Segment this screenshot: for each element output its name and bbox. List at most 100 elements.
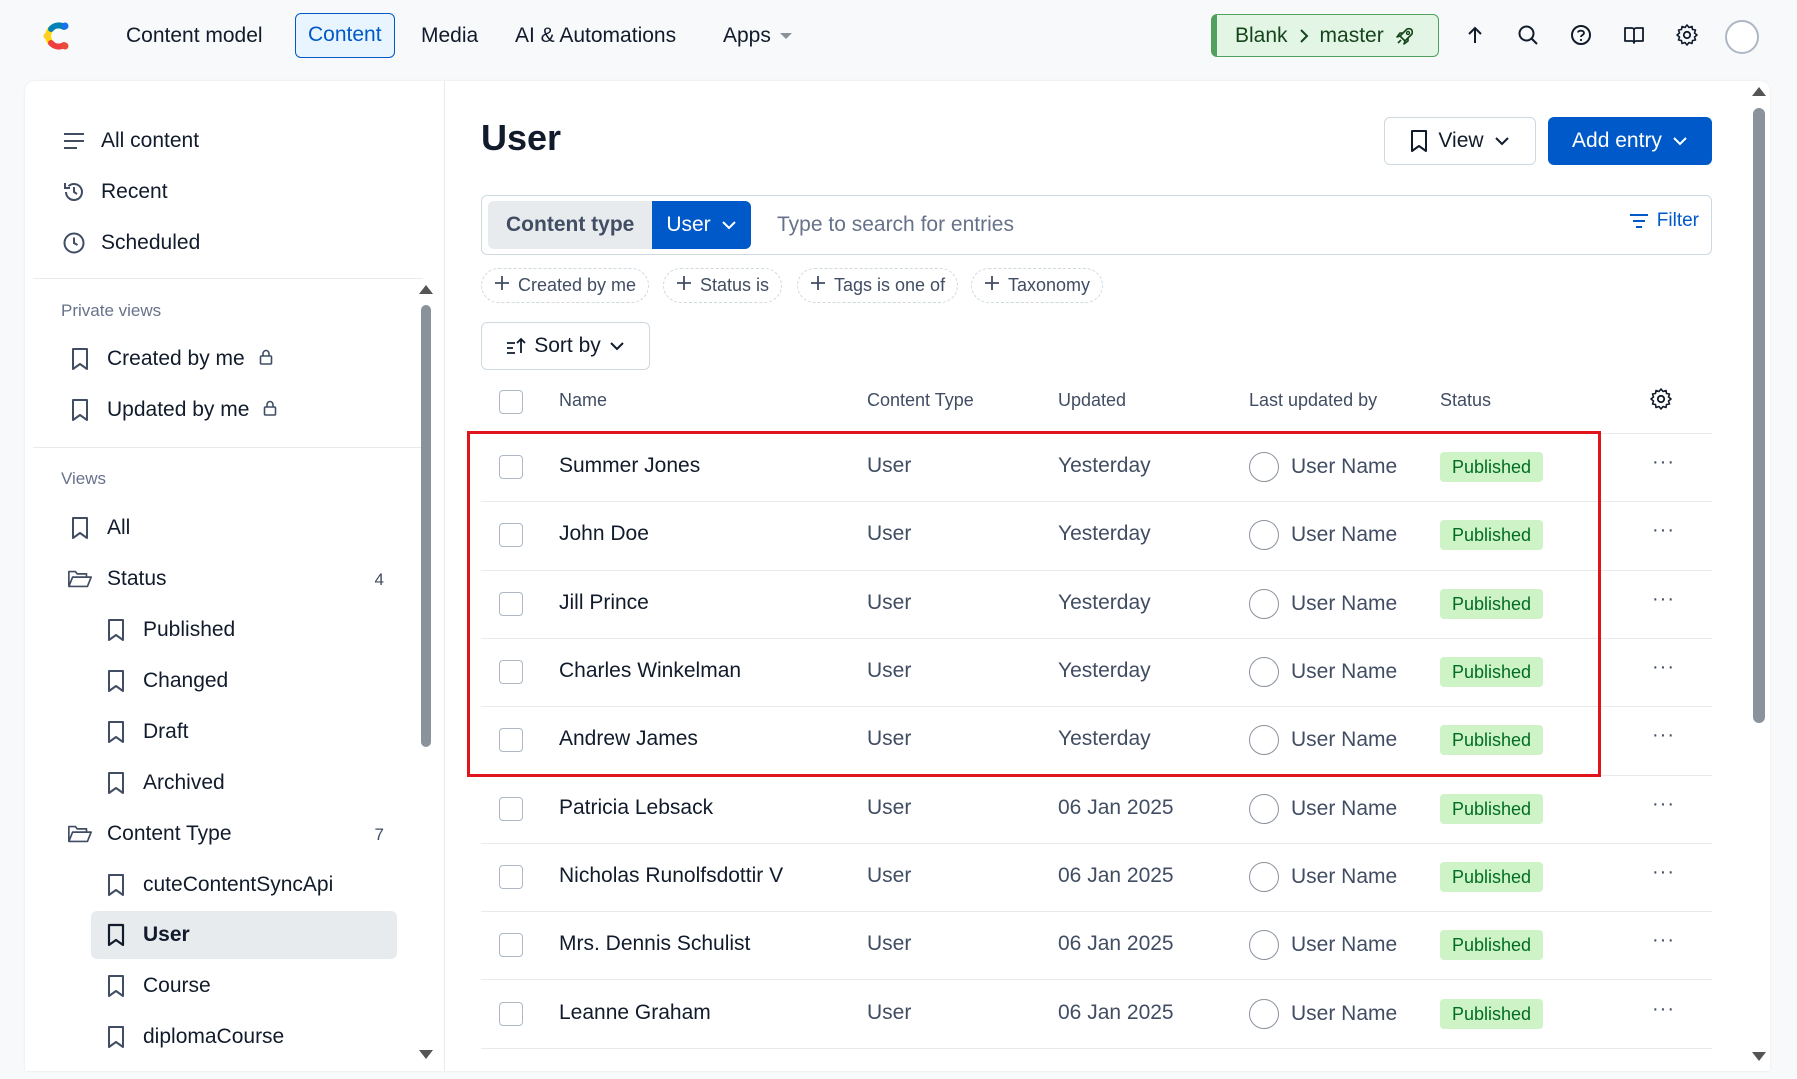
- entry-updated: 06 Jan 2025: [1058, 932, 1174, 956]
- avatar: [1249, 861, 1279, 892]
- nav-apps[interactable]: Apps: [711, 13, 805, 58]
- sidebar: All content Recent Scheduled Private vie…: [25, 81, 445, 1071]
- filter-label: Filter: [1656, 210, 1699, 231]
- sidebar-item-user[interactable]: User: [103, 913, 190, 957]
- help-icon[interactable]: [1566, 20, 1596, 50]
- row-checkbox[interactable]: [499, 1001, 523, 1026]
- last-updated-by: User Name: [1249, 793, 1397, 824]
- sort-by-label: Sort by: [534, 334, 601, 357]
- environment-switcher[interactable]: Blank master: [1211, 14, 1439, 57]
- sidebar-item-label: Published: [143, 618, 236, 641]
- gear-icon[interactable]: [1672, 20, 1702, 50]
- sidebar-item-scheduled[interactable]: Scheduled: [61, 221, 200, 265]
- column-header-last-updated-by[interactable]: Last updated by: [1249, 390, 1377, 411]
- chip-tags-is-one-of[interactable]: Tags is one of: [797, 268, 959, 303]
- bookmark-icon: [1411, 130, 1428, 152]
- entry-name[interactable]: Nicholas Runolfsdottir V: [559, 864, 783, 888]
- more-actions-icon[interactable]: ···: [1652, 793, 1675, 816]
- sidebar-item-diplomacourse[interactable]: diplomaCourse: [103, 1015, 284, 1059]
- sidebar-item-published[interactable]: Published: [103, 608, 235, 652]
- env-branch: master: [1319, 23, 1384, 47]
- bookmark-icon: [103, 922, 129, 948]
- sort-by-button[interactable]: Sort by: [481, 322, 650, 370]
- main-scroll-up[interactable]: [1752, 87, 1766, 96]
- sidebar-item-cutecontentsyncapi[interactable]: cuteContentSyncApi: [103, 863, 333, 907]
- user-avatar[interactable]: [1725, 20, 1759, 54]
- more-actions-icon[interactable]: ···: [1652, 724, 1675, 747]
- add-entry-button[interactable]: Add entry: [1548, 117, 1712, 165]
- filter-button[interactable]: Filter: [1629, 210, 1699, 232]
- column-header-updated[interactable]: Updated: [1058, 390, 1126, 411]
- bookmark-icon: [103, 719, 129, 745]
- sidebar-folder-content-type[interactable]: Content Type: [67, 812, 232, 856]
- nav-content-model[interactable]: Content model: [114, 13, 275, 58]
- more-actions-icon[interactable]: ···: [1652, 588, 1675, 611]
- chevron-down-icon: [1494, 137, 1509, 146]
- sidebar-scrollbar[interactable]: [421, 305, 431, 747]
- sidebar-item-recent[interactable]: Recent: [61, 170, 168, 214]
- more-actions-icon[interactable]: ···: [1652, 519, 1675, 542]
- more-actions-icon[interactable]: ···: [1652, 929, 1675, 952]
- column-header-content-type[interactable]: Content Type: [867, 390, 974, 411]
- sidebar-item-updated-by-me[interactable]: Updated by me: [67, 388, 277, 432]
- nav-content[interactable]: Content: [295, 13, 395, 58]
- column-header-name[interactable]: Name: [559, 390, 607, 411]
- book-icon[interactable]: [1619, 20, 1649, 50]
- entry-name[interactable]: Patricia Lebsack: [559, 796, 713, 820]
- plus-icon: [984, 275, 1000, 296]
- sidebar-scroll-up[interactable]: [419, 285, 433, 294]
- select-all-checkbox[interactable]: [499, 390, 523, 414]
- chip-status-is[interactable]: Status is: [663, 268, 783, 303]
- more-actions-icon[interactable]: ···: [1652, 656, 1675, 679]
- nav-ai-automations[interactable]: AI & Automations: [503, 13, 688, 58]
- chevron-down-icon: [721, 221, 736, 230]
- more-actions-icon[interactable]: ···: [1652, 998, 1675, 1021]
- entry-name[interactable]: Mrs. Dennis Schulist: [559, 932, 750, 956]
- column-settings-gear-icon[interactable]: [1649, 387, 1677, 415]
- lock-icon: [259, 347, 273, 371]
- top-navigation: Content model Content Media AI & Automat…: [0, 0, 1797, 72]
- row-checkbox[interactable]: [499, 864, 523, 889]
- upload-icon[interactable]: [1460, 20, 1490, 50]
- nav-media[interactable]: Media: [409, 13, 490, 58]
- entry-name[interactable]: Leanne Graham: [559, 1001, 711, 1025]
- entry-content-type: User: [867, 932, 912, 956]
- main-scrollbar[interactable]: [1753, 108, 1765, 723]
- sidebar-scroll-down[interactable]: [419, 1050, 433, 1059]
- search-icon[interactable]: [1513, 20, 1543, 50]
- plus-icon: [676, 275, 692, 296]
- sidebar-item-course[interactable]: Course: [103, 964, 211, 1008]
- folder-open-icon: [67, 821, 93, 847]
- column-header-status[interactable]: Status: [1440, 390, 1491, 411]
- last-updated-by: User Name: [1249, 930, 1398, 961]
- sidebar-item-created-by-me[interactable]: Created by me: [67, 337, 273, 381]
- main-scroll-down[interactable]: [1752, 1052, 1766, 1061]
- content-type-value[interactable]: User: [652, 201, 751, 249]
- chip-taxonomy[interactable]: Taxonomy: [971, 268, 1104, 303]
- more-actions-icon[interactable]: ···: [1652, 451, 1675, 474]
- sidebar-folder-status[interactable]: Status: [67, 557, 167, 601]
- contentful-logo[interactable]: [37, 16, 77, 56]
- view-button-label: View: [1438, 129, 1484, 152]
- divider: [33, 278, 423, 279]
- sidebar-item-all[interactable]: All: [67, 506, 130, 550]
- view-button[interactable]: View: [1384, 117, 1536, 165]
- sidebar-item-label: Draft: [143, 720, 189, 743]
- sidebar-item-archived[interactable]: Archived: [103, 761, 225, 805]
- content-type-filter[interactable]: Content type User: [488, 201, 751, 249]
- row-checkbox[interactable]: [499, 796, 523, 821]
- entry-content-type: User: [867, 795, 912, 819]
- search-input[interactable]: [777, 206, 1477, 244]
- sidebar-item-changed[interactable]: Changed: [103, 659, 228, 703]
- sidebar-item-all-content[interactable]: All content: [61, 119, 199, 163]
- history-icon: [61, 179, 87, 205]
- sidebar-item-label: User: [143, 923, 190, 946]
- sidebar-item-draft[interactable]: Draft: [103, 710, 189, 754]
- user-name: User Name: [1291, 933, 1398, 957]
- avatar: [1249, 998, 1279, 1029]
- row-checkbox[interactable]: [499, 933, 523, 958]
- more-actions-icon[interactable]: ···: [1652, 861, 1675, 884]
- folder-open-icon: [67, 566, 93, 592]
- entry-updated: 06 Jan 2025: [1058, 1000, 1174, 1024]
- chip-created-by-me[interactable]: Created by me: [481, 268, 650, 303]
